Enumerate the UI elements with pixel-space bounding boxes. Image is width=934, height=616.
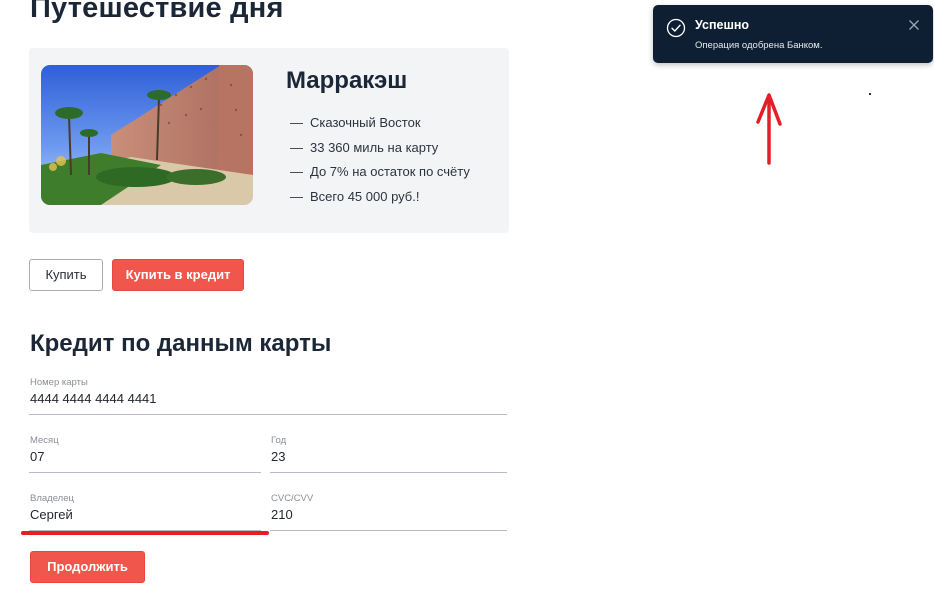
cvc-input[interactable]: 210 [271,507,293,522]
offer-card: Марракэш — Сказочный Восток — 33 360 миль … [29,48,509,233]
dash-bullet: — [290,164,303,179]
notification-title: Успешно [695,18,750,32]
offer-feature-text: 33 360 миль на карту [310,139,439,155]
card-number-label: Номер карты [30,377,88,388]
card-number-field[interactable]: Номер карты 4444 4444 4444 4441 [29,377,507,415]
cvc-label: CVC/CVV [271,493,314,504]
card-number-input[interactable]: 4444 4444 4444 4441 [30,391,157,406]
success-notification: Успешно Операция одобрена Банком. [653,5,933,63]
offer-features-list: — Сказочный Восток —33 360 миль на карту … [290,115,470,213]
dash-bullet: — [290,139,303,155]
page: Путешествие дня Марракэш — Сказочный Вос… [0,0,934,616]
offer-feature-item: — До 7% на остаток по счёту [290,164,470,189]
offer-city-title: Марракэш [286,67,408,94]
close-icon[interactable] [907,18,921,32]
owner-input[interactable]: Сергей [30,507,73,522]
year-input[interactable]: 23 [271,449,285,464]
offer-feature-item: — Сказочный Восток [290,115,470,140]
annotation-underline [21,531,269,535]
offer-feature-text: До 7% на остаток по счёту [310,164,470,179]
notification-message: Операция одобрена Банком. [695,40,823,51]
dash-bullet: — [290,188,303,204]
dash-bullet: — [290,115,303,130]
year-label: Год [271,435,287,446]
buy-button[interactable]: Купить [29,259,103,291]
stray-dot [869,93,871,95]
offer-feature-text: Сказочный Восток [310,115,421,130]
month-field[interactable]: Месяц 07 [29,435,261,473]
year-field[interactable]: Год 23 [270,435,507,473]
page-title: Путешествие дня [30,0,284,24]
owner-label: Владелец [30,493,74,504]
month-label: Месяц [30,435,59,446]
credit-form-title: Кредит по данным карты [30,330,332,357]
check-circle-icon [666,18,686,38]
annotation-arrow [754,90,784,166]
owner-field[interactable]: Владелец Сергей [29,493,261,531]
offer-feature-text: Всего 45 000 руб.! [310,188,420,204]
continue-button[interactable]: Продолжить [30,551,145,583]
offer-feature-item: — Всего 45 000 руб.! [290,189,470,214]
offer-photo [41,65,253,205]
month-input[interactable]: 07 [30,449,44,464]
buy-on-credit-button[interactable]: Купить в кредит [112,259,244,291]
offer-feature-item: — 33 360 миль на карту [290,140,470,165]
cvc-field[interactable]: CVC/CVV 210 [270,493,507,531]
